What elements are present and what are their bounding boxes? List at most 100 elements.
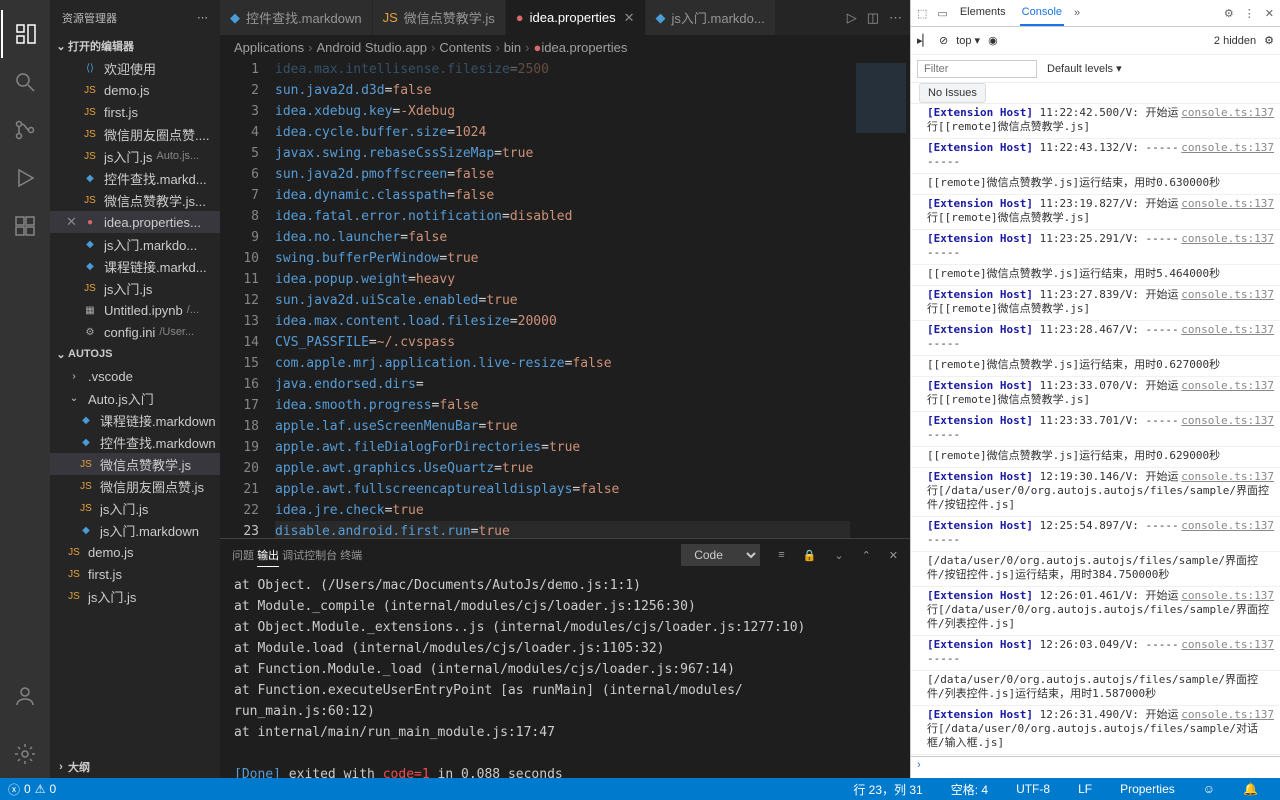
menu-icon[interactable]: ⋮ xyxy=(1244,7,1255,20)
file-item[interactable]: ◆课程链接.markdown xyxy=(50,409,220,431)
log-entry[interactable]: [/data/user/0/org.autojs.autojs/files/sa… xyxy=(911,671,1280,706)
file-item[interactable]: ◆控件查找.markdown xyxy=(50,431,220,453)
log-entry[interactable]: console.ts:137[Extension Host] 11:23:33.… xyxy=(911,412,1280,447)
log-source[interactable]: console.ts:137 xyxy=(1181,232,1274,246)
log-entry[interactable]: console.ts:137[Extension Host] 11:23:25.… xyxy=(911,230,1280,265)
debug-icon[interactable] xyxy=(1,154,49,202)
open-editor-item[interactable]: ◆课程链接.markd... xyxy=(50,255,220,277)
settings-icon[interactable] xyxy=(1,730,49,778)
chevron-up-icon[interactable]: ⌃ xyxy=(862,549,871,562)
account-icon[interactable] xyxy=(1,672,49,720)
minimap[interactable] xyxy=(850,59,910,538)
editor-tab[interactable]: ◆js入门.markdo... xyxy=(646,0,776,35)
open-editor-item[interactable]: ▦Untitled.ipynb/... xyxy=(50,299,220,321)
context-select[interactable]: top ▾ xyxy=(956,34,980,47)
log-entry[interactable]: console.ts:137[Extension Host] 12:26:01.… xyxy=(911,587,1280,636)
open-editor-item[interactable]: JSjs入门.jsAuto.js... xyxy=(50,145,220,167)
extensions-icon[interactable] xyxy=(1,202,49,250)
device-icon[interactable]: ▭ xyxy=(937,7,947,20)
open-editor-item[interactable]: ⚙config.ini/User... xyxy=(50,321,220,343)
log-entry[interactable]: console.ts:137[Extension Host] 12:19:30.… xyxy=(911,468,1280,517)
run-icon[interactable]: ▷ xyxy=(847,10,857,26)
file-item[interactable]: JSjs入门.js xyxy=(50,585,220,607)
folder-item[interactable]: ›.vscode xyxy=(50,365,220,387)
log-source[interactable]: console.ts:137 xyxy=(1181,519,1274,533)
panel-tab[interactable]: 输出 xyxy=(257,546,279,567)
editor-tab[interactable]: JS微信点赞教学.js xyxy=(373,0,506,35)
log-entry[interactable]: console.ts:137[Extension Host] 11:22:43.… xyxy=(911,139,1280,174)
close-icon[interactable]: ✕ xyxy=(66,214,82,230)
section-outline[interactable]: ›大纲 xyxy=(50,756,220,778)
file-item[interactable]: JS微信朋友圈点赞.js xyxy=(50,475,220,497)
output-channel-select[interactable]: Code xyxy=(681,544,760,566)
breadcrumb[interactable]: Applications›Android Studio.app›Contents… xyxy=(220,35,910,59)
eol[interactable]: LF xyxy=(1078,781,1092,798)
log-entry[interactable]: console.ts:137[Extension Host] 12:25:54.… xyxy=(911,517,1280,552)
open-editor-item[interactable]: JS微信点赞教学.js... xyxy=(50,189,220,211)
lock-icon[interactable]: 🔒 xyxy=(803,549,817,562)
more-tabs-icon[interactable]: » xyxy=(1074,7,1080,19)
log-entry[interactable]: console.ts:137[Extension Host] 12:26:03.… xyxy=(911,636,1280,671)
language[interactable]: Properties xyxy=(1120,781,1175,798)
feedback-icon[interactable]: ☺ xyxy=(1203,781,1215,798)
file-item[interactable]: JSjs入门.js xyxy=(50,497,220,519)
editor-tab[interactable]: ◆控件查找.markdown xyxy=(220,0,373,35)
panel-tab[interactable]: 问题 xyxy=(232,546,254,566)
inspect-icon[interactable]: ⬚ xyxy=(917,7,927,20)
filter-input[interactable] xyxy=(917,60,1037,78)
log-entry[interactable]: [[remote]微信点赞教学.js]运行结束，用时0.627000秒 xyxy=(911,356,1280,377)
log-entry[interactable]: console.ts:137[Extension Host] 12:26:36.… xyxy=(911,755,1280,756)
scm-icon[interactable] xyxy=(1,106,49,154)
file-item[interactable]: ◆js入门.markdown xyxy=(50,519,220,541)
file-item[interactable]: JS微信点赞教学.js xyxy=(50,453,220,475)
log-entry[interactable]: [[remote]微信点赞教学.js]运行结束，用时0.629000秒 xyxy=(911,447,1280,468)
log-source[interactable]: console.ts:137 xyxy=(1181,708,1274,722)
gear-icon[interactable]: ⚙ xyxy=(1224,7,1234,20)
log-source[interactable]: console.ts:137 xyxy=(1181,197,1274,211)
open-editor-item[interactable]: ⟨⟩欢迎使用 xyxy=(50,57,220,79)
open-editor-item[interactable]: JS微信朋友圈点赞.... xyxy=(50,123,220,145)
devtools-tab[interactable]: Console xyxy=(1020,0,1064,26)
console-settings-icon[interactable]: ⚙ xyxy=(1264,34,1274,47)
indent[interactable]: 空格: 4 xyxy=(951,781,988,798)
more-icon[interactable]: ⋯ xyxy=(889,10,902,26)
log-source[interactable]: console.ts:137 xyxy=(1181,470,1274,484)
clear-icon[interactable]: ≡ xyxy=(778,549,784,561)
search-icon[interactable] xyxy=(1,58,49,106)
close-icon[interactable]: ✕ xyxy=(624,10,635,26)
clear-console-icon[interactable]: ⊘ xyxy=(939,34,948,47)
close-icon[interactable]: ✕ xyxy=(1265,7,1274,20)
log-source[interactable]: console.ts:137 xyxy=(1181,141,1274,155)
close-icon[interactable]: ✕ xyxy=(889,549,898,562)
open-editor-item[interactable]: ◆控件查找.markd... xyxy=(50,167,220,189)
breadcrumb-item[interactable]: idea.properties xyxy=(541,40,627,55)
log-source[interactable]: console.ts:137 xyxy=(1181,288,1274,302)
errors-count[interactable]: ⓧ 0 ⚠ 0 xyxy=(8,781,56,798)
panel-tab[interactable]: 终端 xyxy=(340,546,362,566)
log-source[interactable]: console.ts:137 xyxy=(1181,638,1274,652)
open-editor-item[interactable]: JSfirst.js xyxy=(50,101,220,123)
log-source[interactable]: console.ts:137 xyxy=(1181,589,1274,603)
breadcrumb-item[interactable]: Applications xyxy=(234,40,304,55)
log-source[interactable]: console.ts:137 xyxy=(1181,414,1274,428)
open-editor-item[interactable]: ◆js入门.markdo... xyxy=(50,233,220,255)
log-entry[interactable]: console.ts:137[Extension Host] 11:22:42.… xyxy=(911,104,1280,139)
open-editor-item[interactable]: JSdemo.js xyxy=(50,79,220,101)
folder-item[interactable]: ⌄Auto.js入门 xyxy=(50,387,220,409)
bell-icon[interactable]: 🔔 xyxy=(1243,781,1258,798)
console-sidebar-icon[interactable]: ▸▏ xyxy=(917,34,931,47)
log-entry[interactable]: [[remote]微信点赞教学.js]运行结束，用时0.630000秒 xyxy=(911,174,1280,195)
panel-tab[interactable]: 调试控制台 xyxy=(282,546,337,566)
log-entry[interactable]: console.ts:137[Extension Host] 11:23:19.… xyxy=(911,195,1280,230)
cursor-pos[interactable]: 行 23，列 31 xyxy=(853,781,922,798)
console-log[interactable]: console.ts:137[Extension Host] 11:22:42.… xyxy=(911,104,1280,756)
code-editor[interactable]: idea.max.intellisense.filesize=2500sun.j… xyxy=(275,59,850,538)
log-entry[interactable]: console.ts:137[Extension Host] 11:23:27.… xyxy=(911,286,1280,321)
hidden-count[interactable]: 2 hidden xyxy=(1214,35,1256,47)
file-item[interactable]: JSfirst.js xyxy=(50,563,220,585)
breadcrumb-item[interactable]: bin xyxy=(504,40,521,55)
chevron-down-icon[interactable]: ⌄ xyxy=(834,549,843,562)
log-source[interactable]: console.ts:137 xyxy=(1181,323,1274,337)
section-open-editors[interactable]: ⌄打开的编辑器 xyxy=(50,35,220,57)
log-entry[interactable]: console.ts:137[Extension Host] 11:23:28.… xyxy=(911,321,1280,356)
